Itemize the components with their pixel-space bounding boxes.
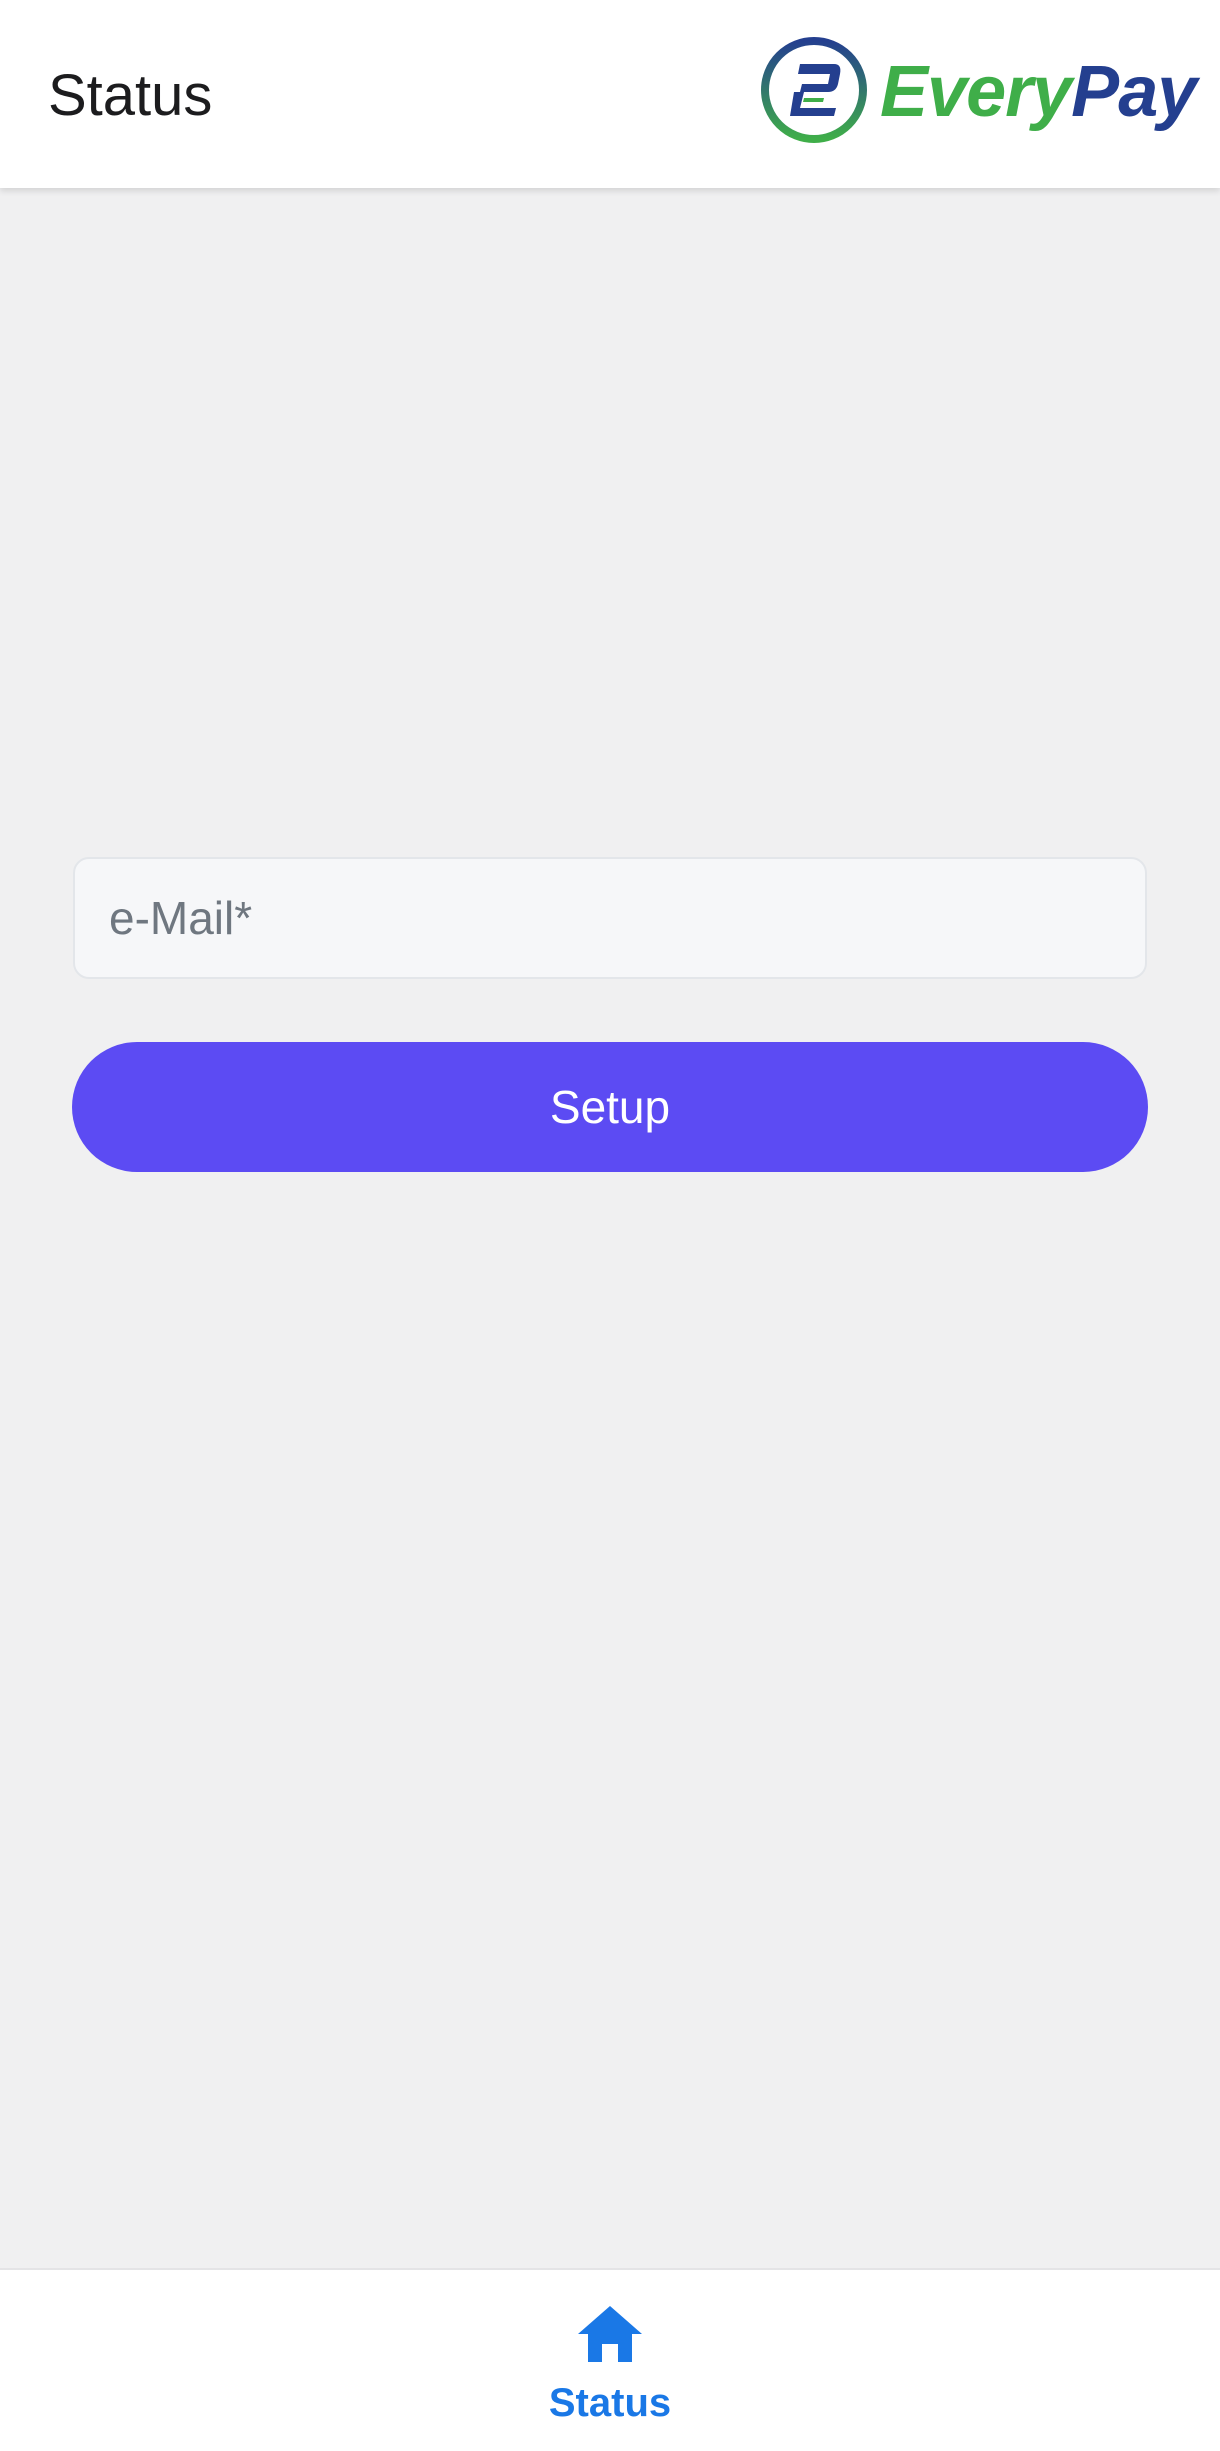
page-title: Status xyxy=(48,63,213,128)
everypay-logo: EveryPay xyxy=(760,36,1200,148)
main-content xyxy=(0,188,1220,2268)
nav-item-label: Status xyxy=(548,2381,672,2425)
nav-item-status[interactable]: Status xyxy=(510,2288,710,2438)
email-input[interactable] xyxy=(73,857,1147,979)
everypay-wordmark: EveryPay xyxy=(880,52,1197,132)
app-header: Status EveryPay xyxy=(0,0,1220,188)
home-icon xyxy=(578,2306,642,2362)
setup-button[interactable]: Setup xyxy=(72,1042,1148,1172)
everypay-e-logo-icon xyxy=(761,37,867,143)
bottom-navigation: Status xyxy=(0,2268,1220,2451)
